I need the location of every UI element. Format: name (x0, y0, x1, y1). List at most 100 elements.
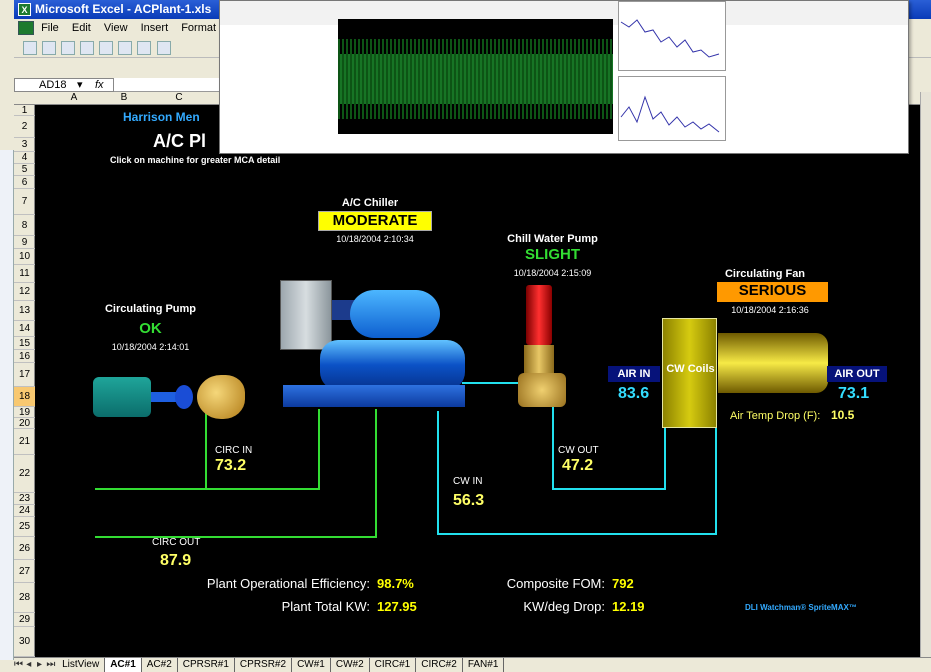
prev-sheet-icon[interactable]: ◂ (25, 658, 33, 672)
last-sheet-icon[interactable]: ⏭ (46, 658, 55, 672)
tab-cw1[interactable]: CW#1 (292, 658, 331, 672)
menu-insert[interactable]: Insert (141, 22, 169, 34)
first-sheet-icon[interactable]: ⏮ (14, 658, 23, 672)
menu-file[interactable]: File (41, 22, 59, 34)
fom-value: 792 (612, 576, 634, 591)
cw-out-value: 47.2 (562, 457, 594, 474)
tab-cprsr2[interactable]: CPRSR#2 (235, 658, 293, 672)
ac-chiller[interactable] (280, 280, 470, 410)
vertical-scrollbar[interactable] (920, 92, 931, 657)
cw-coils[interactable]: CW Coils (662, 318, 717, 428)
research-icon[interactable] (156, 41, 171, 55)
row-header[interactable]: 13 (14, 301, 35, 321)
air-in-value: 83.6 (618, 385, 650, 402)
tab-circ1[interactable]: CIRC#1 (370, 658, 417, 672)
analysis-popup[interactable] (219, 0, 909, 154)
pipe-cw-in-h (437, 533, 717, 535)
circ-out-value: 87.9 (160, 552, 192, 569)
facility-name: Harrison Men (123, 110, 200, 124)
row-header[interactable]: 1 (14, 105, 35, 116)
row-header[interactable]: 11 (14, 265, 35, 283)
row-header[interactable]: 3 (14, 138, 35, 152)
row-header[interactable]: 18 (14, 387, 35, 407)
circ-out-label: CIRC OUT (152, 537, 201, 548)
row-header[interactable]: 16 (14, 350, 35, 363)
column-header[interactable]: B (104, 92, 144, 103)
efficiency-label: Plant Operational Efficiency: (206, 576, 370, 591)
tab-cw2[interactable]: CW#2 (331, 658, 370, 672)
permission-icon[interactable] (80, 41, 95, 55)
spectrum-plot-bottom (618, 76, 726, 141)
row-header[interactable]: 4 (14, 152, 35, 164)
pipe-circ-in-h (205, 488, 318, 490)
row-header[interactable]: 29 (14, 613, 35, 627)
spelling-icon[interactable] (137, 41, 152, 55)
row-header[interactable]: 6 (14, 176, 35, 189)
circ-pump-status-badge[interactable]: OK (83, 320, 218, 338)
tab-circ2[interactable]: CIRC#2 (416, 658, 463, 672)
row-header[interactable]: 24 (14, 505, 35, 517)
circ-pump-timestamp: 10/18/2004 2:14:01 (111, 342, 190, 352)
column-header[interactable]: A (54, 92, 94, 103)
next-sheet-icon[interactable]: ▸ (36, 658, 44, 672)
fan-status-badge[interactable]: SERIOUS (717, 282, 828, 302)
menu-view[interactable]: View (104, 22, 128, 34)
menu-edit[interactable]: Edit (72, 22, 91, 34)
row-header[interactable]: 10 (14, 249, 35, 265)
row-header[interactable]: 12 (14, 283, 35, 301)
row-header[interactable]: 5 (14, 164, 35, 176)
chiller-status-badge[interactable]: MODERATE (318, 211, 432, 231)
tab-cprsr1[interactable]: CPRSR#1 (178, 658, 235, 672)
row-header[interactable]: 2 (14, 116, 35, 138)
new-icon[interactable] (23, 41, 38, 55)
open-icon[interactable] (42, 41, 57, 55)
pipe-cw-out-h (552, 488, 665, 490)
pipe-cw-in-v (437, 411, 439, 535)
row-header[interactable]: 23 (14, 493, 35, 505)
background-window (0, 150, 14, 660)
dropdown-arrow-icon[interactable]: ▾ (77, 79, 83, 91)
print-preview-icon[interactable] (118, 41, 133, 55)
fan-timestamp: 10/18/2004 2:16:36 (731, 305, 809, 315)
workbook-icon[interactable] (18, 21, 34, 36)
row-header[interactable]: 9 (14, 236, 35, 249)
fom-label: Composite FOM: (506, 576, 605, 591)
fx-icon[interactable]: fx (95, 79, 104, 91)
name-box[interactable]: AD18 ▾ fx (14, 78, 114, 92)
excel-icon: X (18, 3, 31, 17)
tab-ac1[interactable]: AC#1 (105, 658, 142, 672)
air-out-label: AIR OUT (827, 366, 887, 382)
tab-listview[interactable]: ListView (57, 658, 106, 672)
pipe-circ-in-v (318, 409, 320, 490)
row-header[interactable]: 25 (14, 517, 35, 537)
print-icon[interactable] (99, 41, 114, 55)
row-header[interactable]: 27 (14, 560, 35, 583)
total-kw-value: 127.95 (377, 599, 417, 614)
row-header[interactable]: 28 (14, 583, 35, 613)
row-header[interactable]: 21 (14, 429, 35, 455)
row-header[interactable]: 7 (14, 189, 35, 215)
pipe-coil-in-v (664, 425, 666, 490)
save-icon[interactable] (61, 41, 76, 55)
pipe-cw-out-v (552, 405, 554, 490)
tab-fan1[interactable]: FAN#1 (463, 658, 505, 672)
chiller-timestamp: 10/18/2004 2:10:34 (336, 234, 414, 244)
row-header[interactable]: 14 (14, 321, 35, 337)
row-header[interactable]: 8 (14, 215, 35, 236)
plant-dashboard: Harrison Men A/C Pl Click on machine for… (35, 105, 920, 657)
row-header[interactable]: 19 (14, 407, 35, 418)
tab-ac2[interactable]: AC#2 (142, 658, 178, 672)
row-header[interactable]: 26 (14, 537, 35, 560)
chill-water-pump[interactable] (518, 285, 568, 410)
menu-format[interactable]: Format (181, 22, 216, 34)
row-header[interactable]: 17 (14, 363, 35, 387)
column-header[interactable]: C (159, 92, 199, 103)
row-header[interactable]: 15 (14, 337, 35, 350)
circulating-fan[interactable] (718, 333, 828, 393)
pump-volute-icon (197, 375, 245, 419)
row-header[interactable]: 30 (14, 627, 35, 657)
row-header[interactable]: 22 (14, 455, 35, 493)
chill-pump-status-badge[interactable]: SLIGHT (495, 246, 610, 264)
circulating-pump[interactable] (93, 375, 261, 425)
row-header[interactable]: 20 (14, 418, 35, 429)
